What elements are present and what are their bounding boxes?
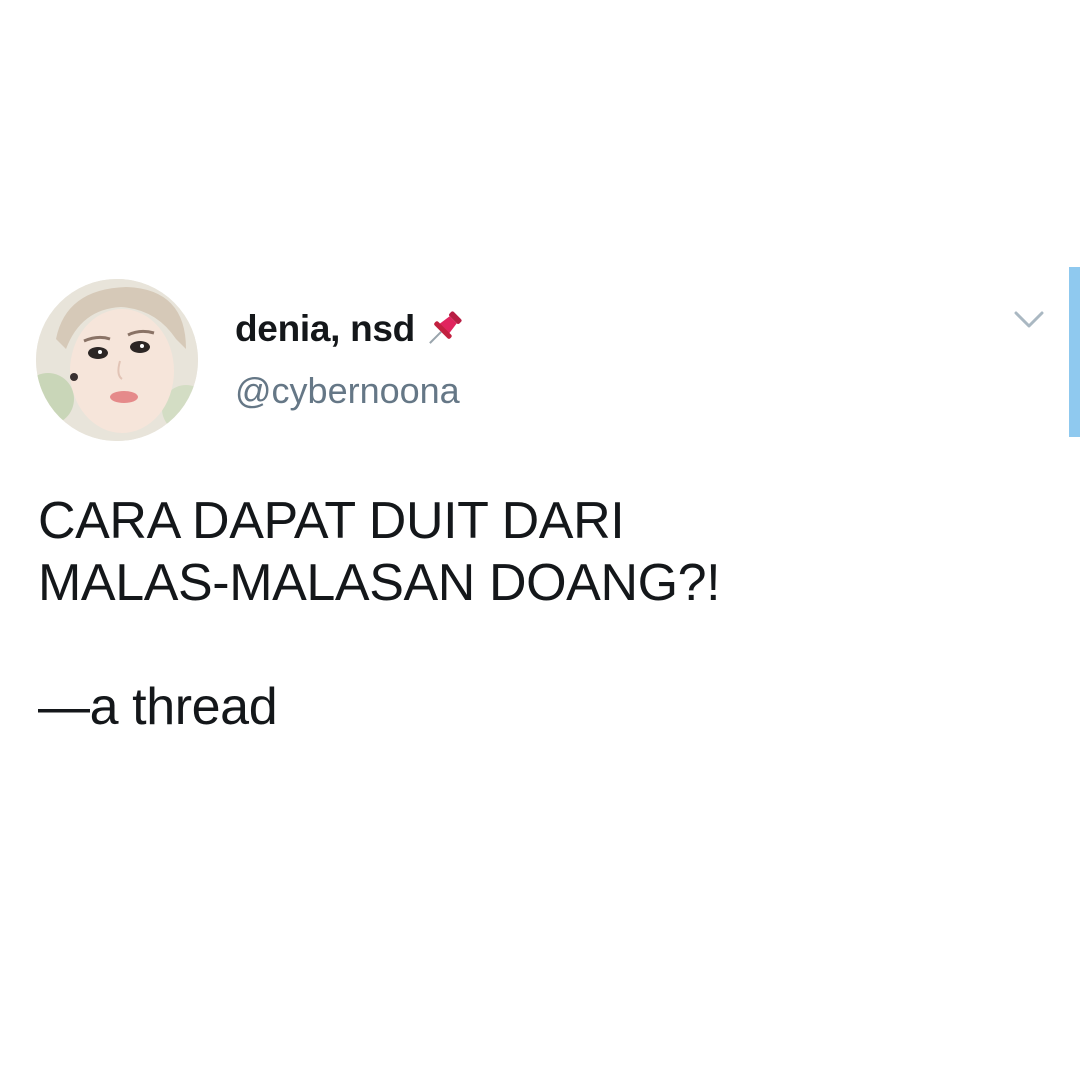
- pushpin-icon: [421, 306, 467, 352]
- tweet-text-spacer: [38, 614, 1038, 676]
- tweet-text-line: —a thread: [38, 678, 278, 736]
- tweet-card: denia, nsd @cybernoona CARA DAPAT DUIT D…: [0, 0, 1080, 1080]
- avatar[interactable]: [36, 279, 198, 441]
- tweet-text-line: MALAS-MALASAN DOANG?!: [38, 554, 721, 612]
- chevron-down-icon[interactable]: [1012, 305, 1046, 335]
- author-name-row[interactable]: denia, nsd: [235, 305, 467, 353]
- tweet-text: CARA DAPAT DUIT DARI MALAS-MALASAN DOANG…: [38, 490, 1038, 738]
- user-handle[interactable]: @cybernoona: [235, 370, 460, 412]
- tweet-text-line: CARA DAPAT DUIT DARI: [38, 492, 625, 550]
- avatar-photo: [36, 279, 198, 441]
- display-name[interactable]: denia, nsd: [235, 308, 415, 350]
- scroll-indicator: [1069, 267, 1080, 437]
